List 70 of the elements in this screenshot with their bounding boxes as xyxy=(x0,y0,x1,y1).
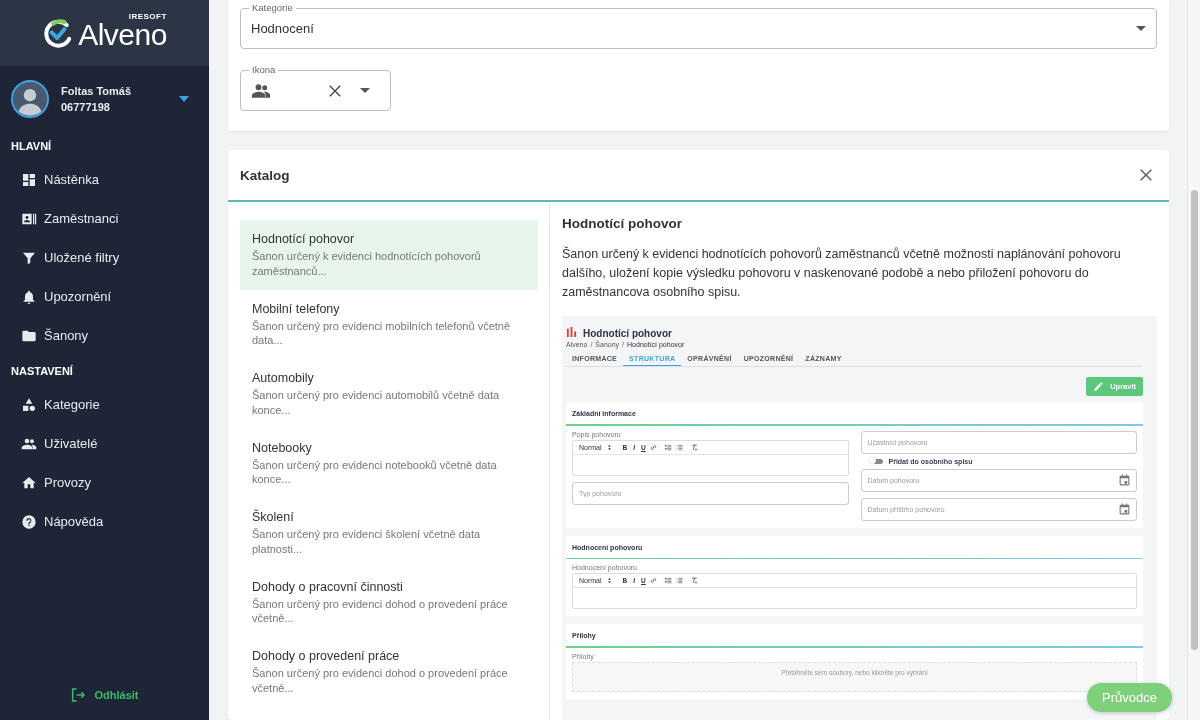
nav-item[interactable]: Uživatelé xyxy=(0,424,108,463)
item-description: Šanon určený pro evidenci školení včetně data platnosti... xyxy=(252,527,482,556)
item-description: Šanon určený k evidenci hodnotících pohovorů zaměstnanců... xyxy=(252,249,482,278)
item-title: Notebooky xyxy=(252,440,313,455)
bullet-list-icon[interactable] xyxy=(675,577,683,584)
dashboard-icon xyxy=(21,171,37,188)
catalog-item[interactable]: Dohody o pracovní činnosti Šanon určený pro evidenci dohod o provedení práce včetně... xyxy=(240,567,538,637)
item-title: Dohody o pracovní činnosti xyxy=(252,579,404,594)
page-title: Hodnotící pohovor xyxy=(583,328,672,339)
numbered-list-icon[interactable] xyxy=(664,443,672,451)
nav-item[interactable]: Nástěnka xyxy=(0,160,109,199)
home-icon xyxy=(21,474,37,491)
pencil-icon xyxy=(1093,381,1105,392)
vendor-name: IRESOFT xyxy=(128,12,167,21)
nav-item[interactable]: Nápověda xyxy=(0,502,114,541)
nav-item[interactable]: Kategorie xyxy=(0,385,110,424)
toggle-switch[interactable] xyxy=(870,458,883,464)
item-description: Šanon určený pro evidenci dohod o provedení práce včetně... xyxy=(252,666,509,695)
item-description: Šanon určený pro evidenci notebooků včetně data konce... xyxy=(252,457,498,487)
section-heading: HLAVNÍ xyxy=(10,139,52,154)
item-title: Automobily xyxy=(252,371,315,385)
item-description: Šanon určený pro evidenci automobilů včetně data konce... xyxy=(252,388,501,417)
item-description: Šanon určený pro evidenci mobilních telefonů včetně data... xyxy=(252,318,512,348)
numbered-list-icon[interactable] xyxy=(664,577,672,584)
item-title: Dohody o provedení práce xyxy=(252,649,401,663)
clear-format-icon[interactable] xyxy=(690,577,698,584)
bar-chart-icon xyxy=(566,326,577,337)
nav-item[interactable]: Šanony xyxy=(0,316,99,355)
clear-format-icon[interactable] xyxy=(690,443,698,451)
caret-icon xyxy=(1136,26,1146,31)
shapes-icon xyxy=(21,396,37,413)
nav-item[interactable]: Upozornění xyxy=(0,277,122,316)
catalog-item[interactable]: Hodnotící pohovor Šanon určený k evidenci hodnotících pohovorů zaměstnanců... xyxy=(240,220,538,290)
nav-item[interactable]: Provozy xyxy=(0,463,101,502)
catalog-item[interactable]: Notebooky Šanon určený pro evidenci notebooků včetně data konce... xyxy=(240,428,538,498)
close-icon[interactable] xyxy=(1139,168,1153,182)
bell-icon xyxy=(21,288,37,305)
logout-link[interactable]: Odhlásit xyxy=(70,687,139,703)
sort-arrows-icon xyxy=(605,443,613,451)
user-id: 06777198 xyxy=(61,101,111,113)
avatar xyxy=(11,80,49,118)
catalog-item[interactable]: Automobily Šanon určený pro evidenci automobilů včetně data konce... xyxy=(240,359,538,429)
bullet-list-icon[interactable] xyxy=(675,443,683,451)
scrollbar-thumb[interactable] xyxy=(1191,190,1198,650)
catalog-item[interactable]: Mobilní telefony Šanon určený pro evidenci mobilních telefonů včetně data... xyxy=(240,289,538,359)
section-heading: NASTAVENÍ xyxy=(10,364,73,379)
item-title: Mobilní telefony xyxy=(252,301,341,316)
nav-item[interactable]: Uložené filtry xyxy=(0,238,130,277)
logout-icon xyxy=(70,687,87,703)
sort-arrows-icon xyxy=(605,577,613,584)
calendar-icon xyxy=(1118,473,1131,487)
item-description: Šanon určený pro evidenci dohod o provedení práce včetně... xyxy=(252,596,509,626)
link-icon[interactable] xyxy=(649,443,657,451)
detail-description: Šanon určený k evidenci hodnotících pohovorů zaměstnanců včetně možnosti naplánování pohovoru dalšího, uložení kopie výsledku pohovoru v naskenované podobě a nebo přiložení pohovoru do zaměstnancova osobního spisu. xyxy=(562,245,1122,301)
calendar-icon xyxy=(1118,502,1131,516)
nav-item[interactable]: Zaměstnanci xyxy=(0,199,129,238)
catalog-item[interactable]: Dohody o provedení práce Šanon určený pro evidenci dohod o provedení práce včetně... xyxy=(240,637,538,707)
panel-title: Katalog xyxy=(240,167,290,183)
catalog-item[interactable]: Školení Šanon určený pro evidenci školení včetně data platnosti... xyxy=(240,498,538,568)
caret-icon[interactable] xyxy=(179,96,189,102)
clear-icon[interactable] xyxy=(328,83,342,98)
item-title: Hodnotící pohovor xyxy=(252,232,356,246)
link-icon[interactable] xyxy=(649,577,657,584)
help-icon xyxy=(21,513,37,530)
scrollbar[interactable] xyxy=(1187,0,1200,720)
user-name: Foltas Tomáš xyxy=(61,85,133,97)
detail-title: Hodnotící pohovor xyxy=(562,216,683,231)
item-title: Školení xyxy=(252,510,295,524)
brand-name: Alveno xyxy=(78,19,167,50)
caret-icon[interactable] xyxy=(360,88,370,93)
